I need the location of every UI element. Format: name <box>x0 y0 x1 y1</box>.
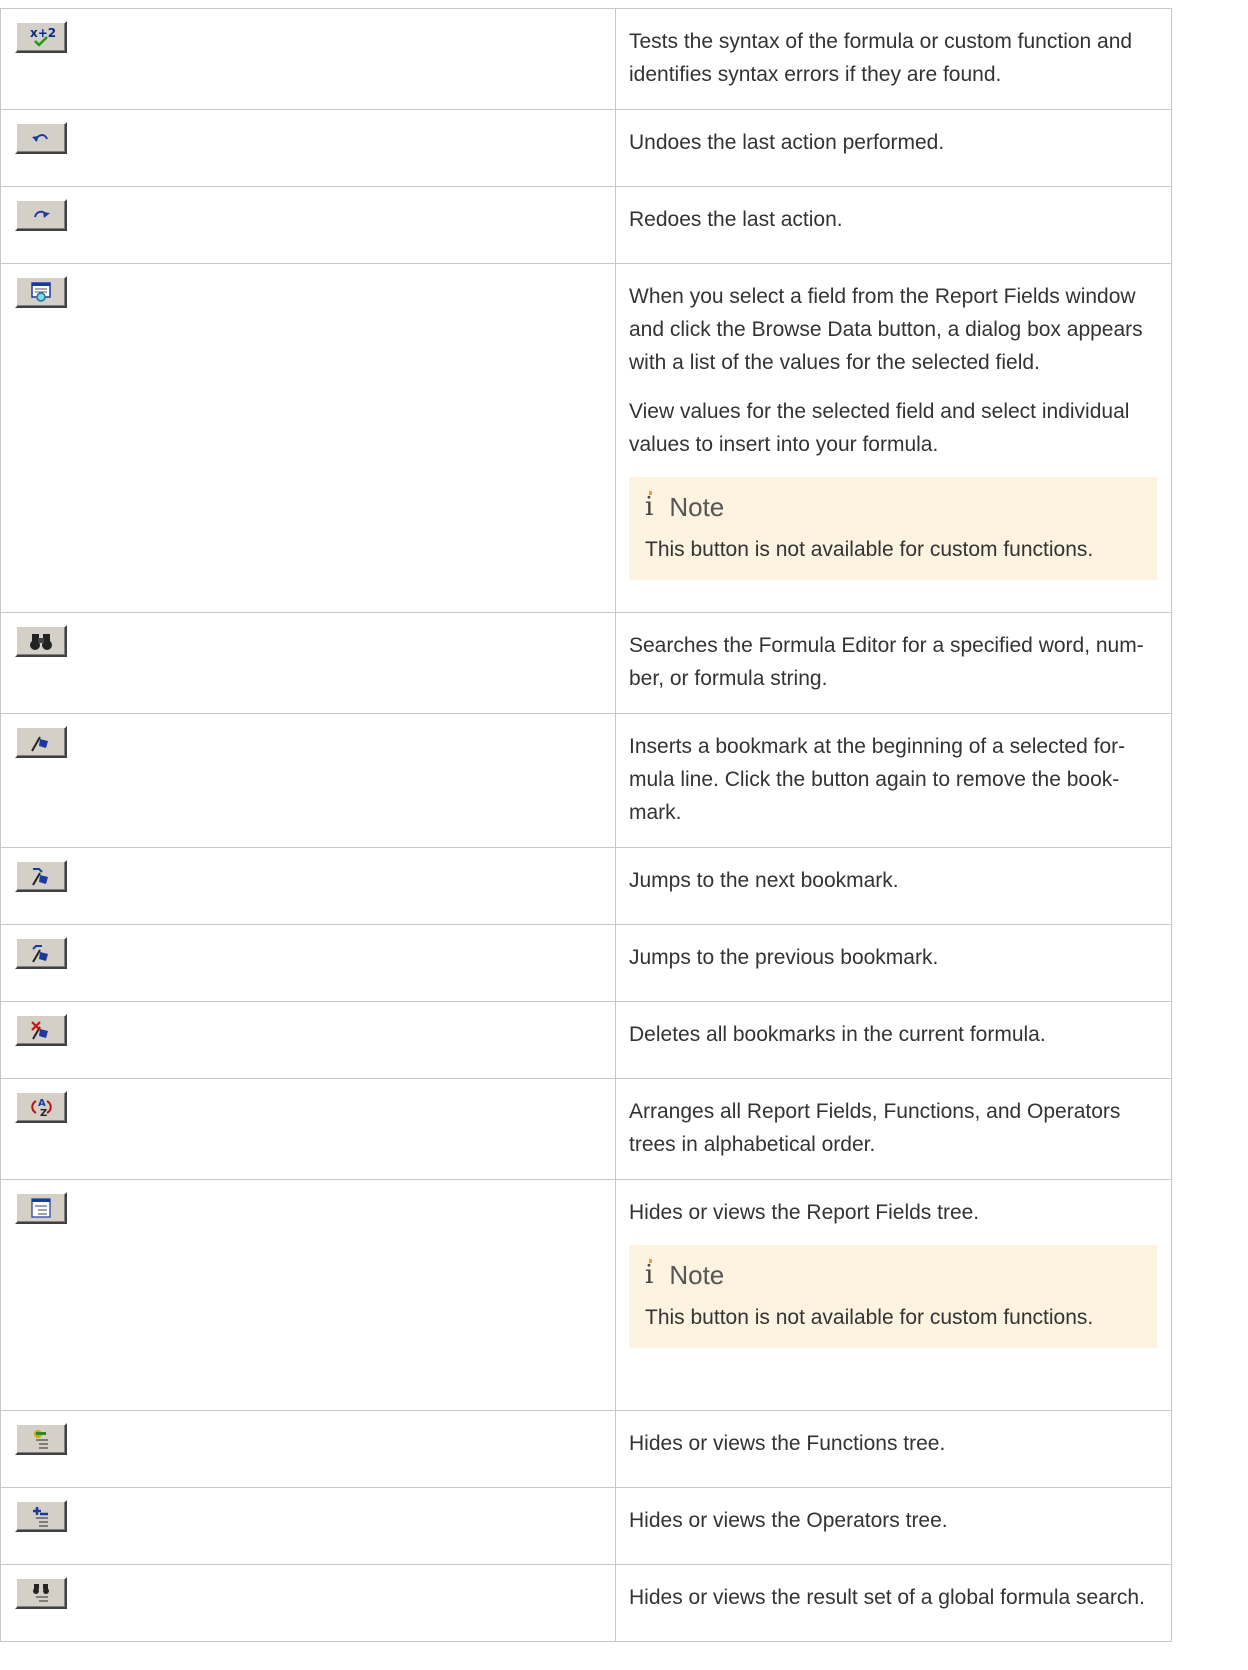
table-row: Jumps to the previous bookmark. <box>0 924 1172 1002</box>
row-description: Jumps to the next bookmark. <box>629 869 899 892</box>
note-box: i Note This button is not available for … <box>629 477 1157 580</box>
row-description: Hides or views the result set of a globa… <box>629 1586 1145 1609</box>
table-row: Deletes all bookmarks in the current for… <box>0 1001 1172 1079</box>
table-row: Hides or views the result set of a globa… <box>0 1564 1172 1642</box>
toggle-bookmark-icon[interactable] <box>15 726 67 758</box>
row-description: Deletes all bookmarks in the current for… <box>629 1023 1046 1046</box>
table-row: Hides or views the Operators tree. <box>0 1487 1172 1565</box>
table-row: Undoes the last action performed. <box>0 109 1172 187</box>
row-description: Searches the Formula Editor for a specif… <box>629 634 1144 690</box>
table-row: Hides or views the Report Fields tree. i… <box>0 1179 1172 1411</box>
svg-text:x+2: x+2 <box>30 26 56 40</box>
sort-az-icon[interactable]: A Z <box>15 1091 67 1123</box>
row-description: Undoes the last action performed. <box>629 131 945 154</box>
table-row: Jumps to the next bookmark. <box>0 847 1172 925</box>
next-bookmark-icon[interactable] <box>15 860 67 892</box>
row-description: Inserts a bookmark at the beginning of a… <box>629 735 1126 824</box>
note-title: Note <box>669 492 725 522</box>
binoculars-find-icon[interactable] <box>15 625 67 657</box>
search-results-tree-icon[interactable] <box>15 1577 67 1609</box>
table-row: When you select a field from the Report … <box>0 263 1172 613</box>
svg-text:Z: Z <box>40 1108 47 1119</box>
row-description: Redoes the last action. <box>629 208 843 231</box>
clear-bookmarks-icon[interactable] <box>15 1014 67 1046</box>
table-row: Redoes the last action. <box>0 186 1172 264</box>
row-description: Arranges all Report Fields, Functions, a… <box>629 1100 1121 1156</box>
functions-tree-icon[interactable] <box>15 1423 67 1455</box>
row-description: When you select a field from the Report … <box>629 285 1143 374</box>
note-text: This button is not available for custom … <box>645 538 1094 561</box>
row-description: Tests the syntax of the formula or custo… <box>629 30 1133 86</box>
check-syntax-icon[interactable]: x+2 <box>15 21 67 53</box>
note-title: Note <box>669 1260 725 1290</box>
note-text: This button is not available for custom … <box>645 1306 1094 1329</box>
table-row: x+2 Tests the syntax of the formula or c… <box>0 8 1172 110</box>
toolbar-buttons-table: x+2 Tests the syntax of the formula or c… <box>0 8 1172 1642</box>
browse-data-icon[interactable] <box>15 276 67 308</box>
row-description: Hides or views the Report Fields tree. <box>629 1201 980 1224</box>
undo-icon[interactable] <box>15 122 67 154</box>
report-fields-tree-icon[interactable] <box>15 1192 67 1224</box>
row-description: Hides or views the Operators tree. <box>629 1509 948 1532</box>
row-description: Hides or views the Functions tree. <box>629 1432 946 1455</box>
row-description: Jumps to the previous bookmark. <box>629 946 939 969</box>
operators-tree-icon[interactable] <box>15 1500 67 1532</box>
previous-bookmark-icon[interactable] <box>15 937 67 969</box>
table-row: Searches the Formula Editor for a specif… <box>0 612 1172 714</box>
info-icon: i <box>645 489 653 525</box>
table-row: Inserts a bookmark at the beginning of a… <box>0 713 1172 848</box>
note-box: i Note This button is not available for … <box>629 1245 1157 1348</box>
info-icon: i <box>645 1257 653 1293</box>
row-description: View values for the selected field and s… <box>629 400 1130 456</box>
table-row: A Z Arranges all Report Fields, Function… <box>0 1078 1172 1180</box>
redo-icon[interactable] <box>15 199 67 231</box>
table-row: Hides or views the Functions tree. <box>0 1410 1172 1488</box>
